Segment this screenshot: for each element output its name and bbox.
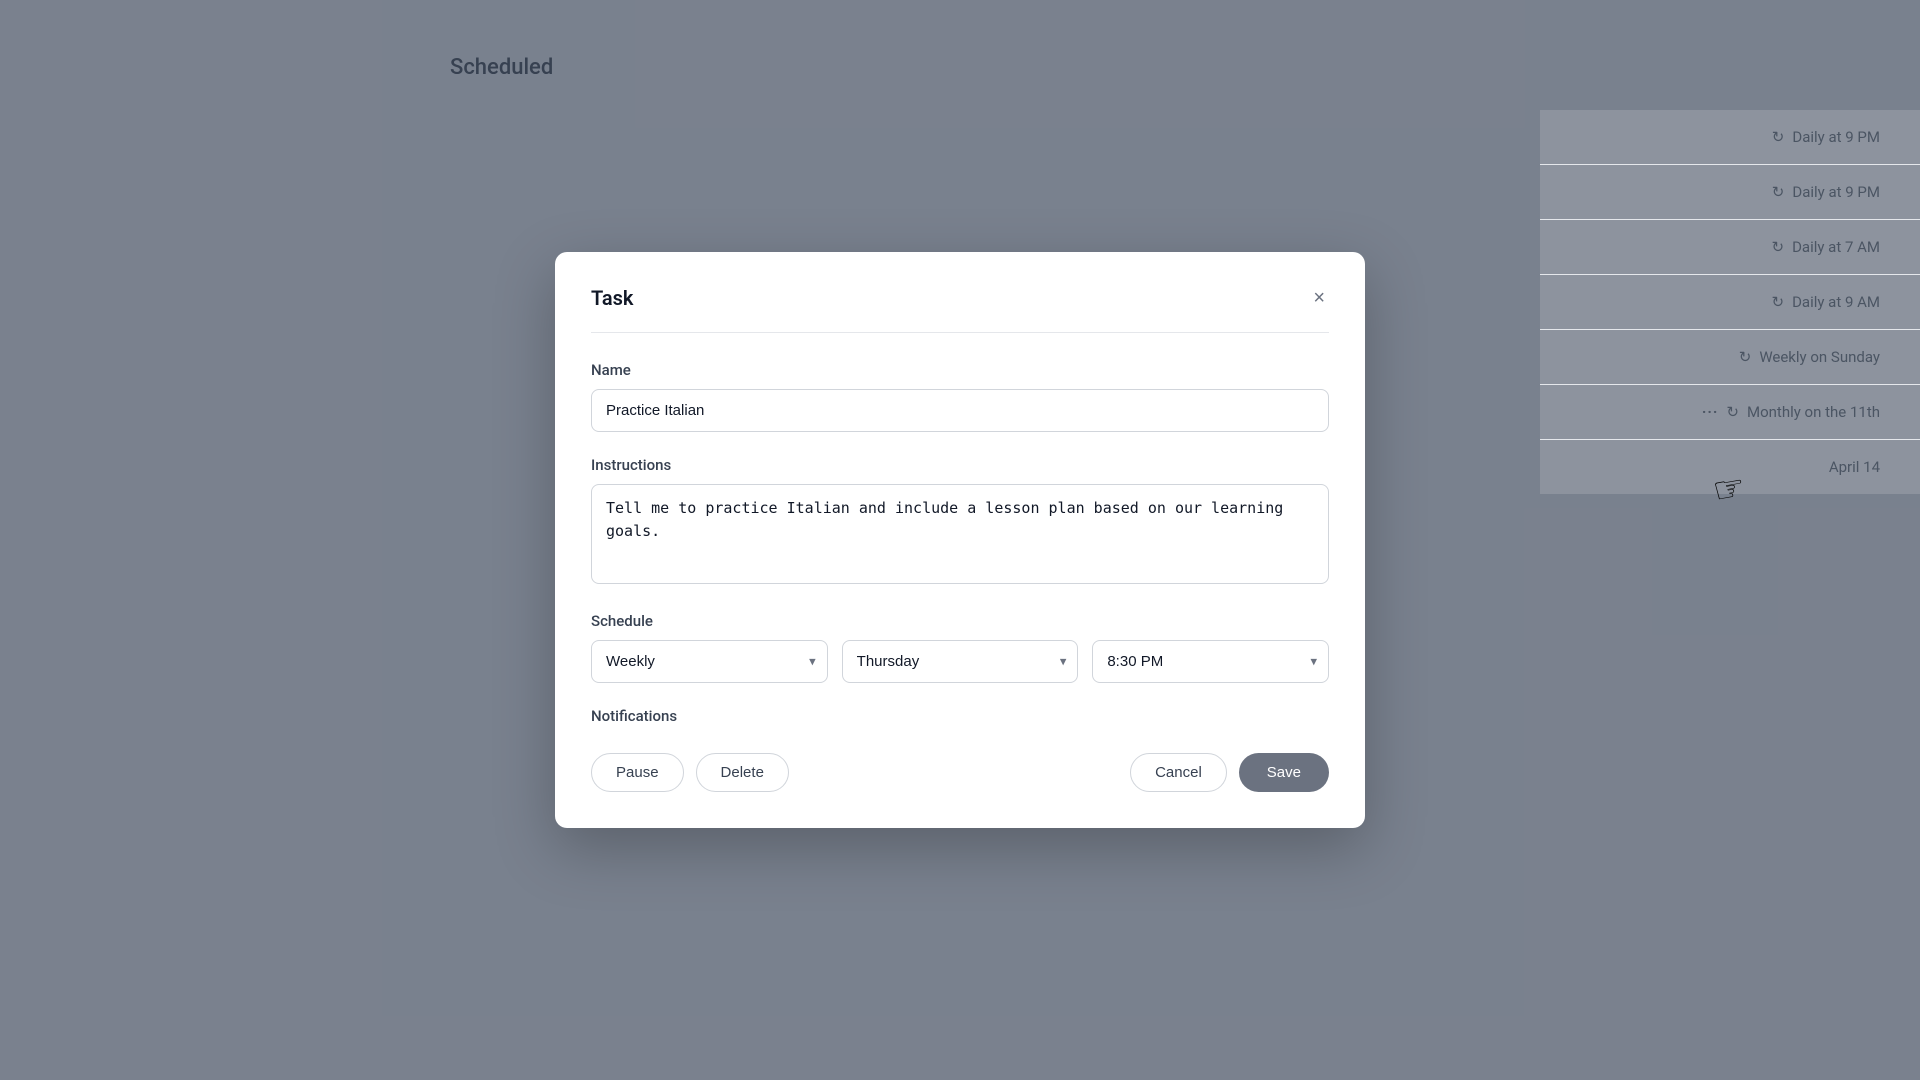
- instructions-field-group: Instructions Tell me to practice Italian…: [591, 456, 1329, 588]
- notifications-label: Notifications: [591, 707, 1329, 725]
- time-select[interactable]: 8:30 PM 8:00 PM 9:00 PM 9:30 PM: [1092, 640, 1329, 683]
- frequency-select-wrapper: Weekly Daily Monthly ▾: [591, 640, 828, 683]
- name-label: Name: [591, 361, 1329, 379]
- pause-button[interactable]: Pause: [591, 753, 684, 792]
- time-select-wrapper: 8:30 PM 8:00 PM 9:00 PM 9:30 PM ▾: [1092, 640, 1329, 683]
- delete-button[interactable]: Delete: [696, 753, 789, 792]
- cursor-icon: ☞: [1709, 466, 1748, 513]
- save-button[interactable]: Save: [1239, 753, 1329, 792]
- modal-header: Task ×: [591, 284, 1329, 333]
- footer-left-actions: Pause Delete: [591, 753, 789, 792]
- notifications-field-group: Notifications: [591, 707, 1329, 725]
- schedule-label: Schedule: [591, 612, 1329, 630]
- modal-backdrop: Task × Name Instructions Tell me to prac…: [0, 0, 1920, 1080]
- close-button[interactable]: ×: [1309, 284, 1329, 312]
- name-field-group: Name: [591, 361, 1329, 432]
- schedule-field-group: Schedule Weekly Daily Monthly ▾ Thursday…: [591, 612, 1329, 683]
- schedule-row: Weekly Daily Monthly ▾ Thursday Monday T…: [591, 640, 1329, 683]
- modal-title: Task: [591, 286, 634, 310]
- task-modal: Task × Name Instructions Tell me to prac…: [555, 252, 1365, 828]
- frequency-select[interactable]: Weekly Daily Monthly: [591, 640, 828, 683]
- cancel-button[interactable]: Cancel: [1130, 753, 1227, 792]
- instructions-label: Instructions: [591, 456, 1329, 474]
- day-select[interactable]: Thursday Monday Tuesday Wednesday Friday…: [842, 640, 1079, 683]
- name-input[interactable]: [591, 389, 1329, 432]
- footer-right-actions: Cancel Save: [1130, 753, 1329, 792]
- modal-footer: Pause Delete Cancel Save: [591, 753, 1329, 792]
- day-select-wrapper: Thursday Monday Tuesday Wednesday Friday…: [842, 640, 1079, 683]
- instructions-input[interactable]: Tell me to practice Italian and include …: [591, 484, 1329, 584]
